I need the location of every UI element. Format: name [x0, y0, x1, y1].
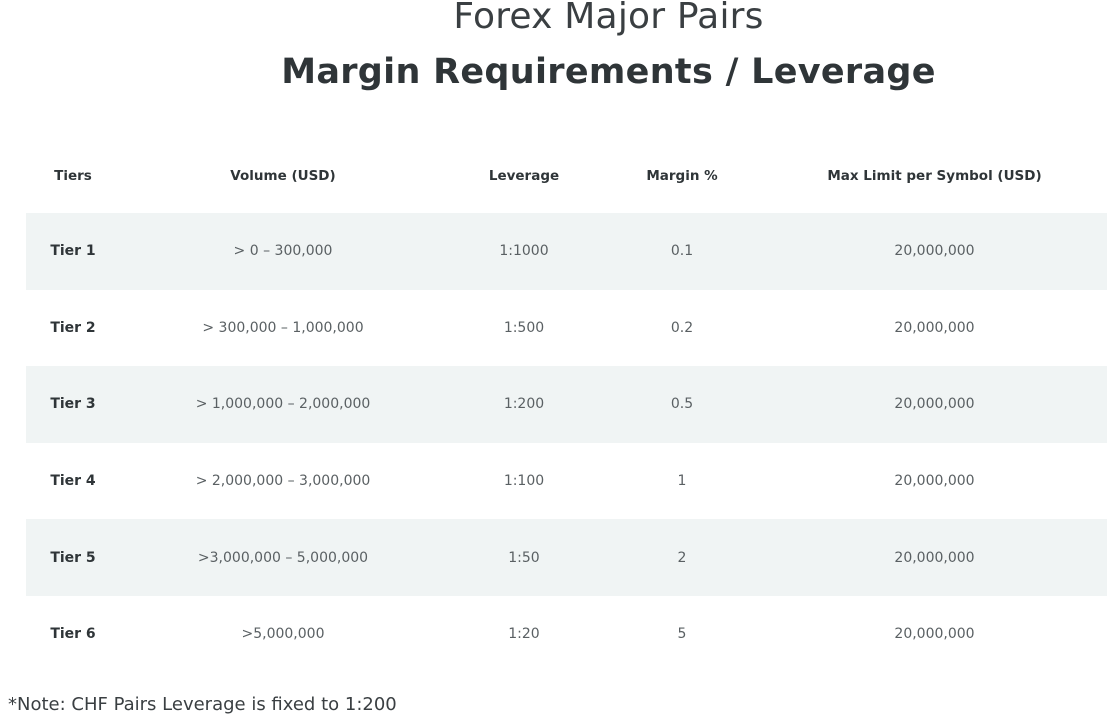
volume-cell: >3,000,000 – 5,000,000: [120, 519, 446, 596]
table-row: Tier 1 > 0 – 300,000 1:1000 0.1 20,000,0…: [26, 213, 1107, 290]
table-header-row: Tiers Volume (USD) Leverage Margin % Max…: [26, 139, 1107, 213]
column-header-margin: Margin %: [646, 168, 718, 184]
leverage-cell: 1:200: [446, 366, 602, 443]
max-limit-cell: 20,000,000: [762, 366, 1107, 443]
tier-cell: Tier 4: [50, 473, 96, 490]
tier-cell: Tier 3: [26, 366, 120, 443]
column-header-volume: Volume (USD): [230, 168, 336, 184]
volume-cell: > 2,000,000 – 3,000,000: [195, 473, 371, 490]
table-row: Tier 6 >5,000,000 1:20 5 20,000,000: [26, 596, 1107, 673]
volume-cell: > 300,000 – 1,000,000: [202, 319, 364, 336]
leverage-cell: 1:100: [503, 473, 545, 490]
max-limit-cell: 20,000,000: [762, 213, 1107, 290]
volume-cell: > 1,000,000 – 2,000,000: [120, 366, 446, 443]
margin-cell: 0.1: [602, 213, 762, 290]
table-row: Tier 2 > 300,000 – 1,000,000 1:500 0.2 2…: [26, 290, 1107, 367]
chf-leverage-note: *Note: CHF Pairs Leverage is fixed to 1:…: [8, 694, 397, 715]
volume-cell: > 0 – 300,000: [120, 213, 446, 290]
tier-cell: Tier 6: [50, 626, 96, 643]
leverage-cell: 1:20: [508, 626, 540, 643]
margin-cell: 5: [677, 626, 687, 643]
margin-cell: 0.2: [670, 319, 694, 336]
margin-cell: 2: [602, 519, 762, 596]
table-row: Tier 4 > 2,000,000 – 3,000,000 1:100 1 2…: [26, 443, 1107, 520]
leverage-cell: 1:500: [503, 319, 545, 336]
leverage-cell: 1:1000: [446, 213, 602, 290]
tier-cell: Tier 2: [50, 319, 96, 336]
tier-cell: Tier 1: [26, 213, 120, 290]
table-row: Tier 5 >3,000,000 – 5,000,000 1:50 2 20,…: [26, 519, 1107, 596]
volume-cell: >5,000,000: [241, 626, 325, 643]
tier-cell: Tier 5: [26, 519, 120, 596]
page-title: Forex Major Pairs: [453, 0, 764, 37]
page-subtitle: Margin Requirements / Leverage: [281, 52, 936, 92]
margin-cell: 0.5: [602, 366, 762, 443]
max-limit-cell: 20,000,000: [894, 626, 975, 643]
max-limit-cell: 20,000,000: [894, 319, 975, 336]
leverage-cell: 1:50: [446, 519, 602, 596]
column-header-tiers: Tiers: [54, 168, 92, 184]
margin-tiers-table: Tiers Volume (USD) Leverage Margin % Max…: [26, 139, 1107, 673]
column-header-leverage: Leverage: [488, 168, 560, 184]
max-limit-cell: 20,000,000: [894, 473, 975, 490]
table-row: Tier 3 > 1,000,000 – 2,000,000 1:200 0.5…: [26, 366, 1107, 443]
max-limit-cell: 20,000,000: [762, 519, 1107, 596]
margin-cell: 1: [677, 473, 687, 490]
column-header-max-limit: Max Limit per Symbol (USD): [827, 168, 1042, 184]
